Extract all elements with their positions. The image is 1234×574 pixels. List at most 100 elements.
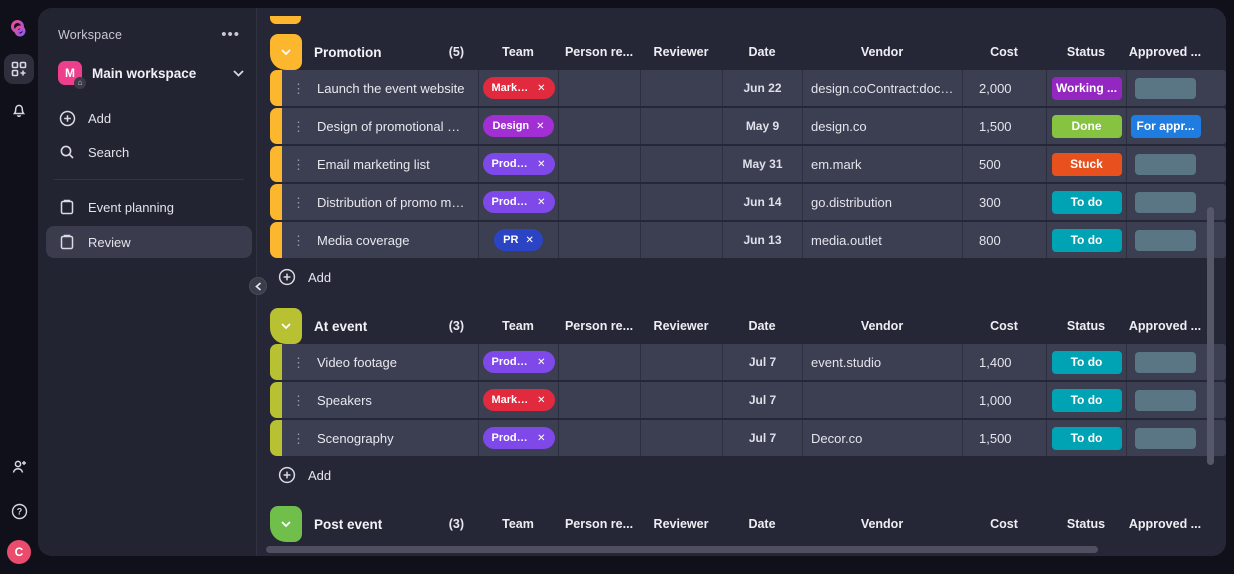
cost-cell[interactable]: 800 <box>962 222 1046 258</box>
status-cell[interactable]: Done <box>1046 108 1126 144</box>
reviewer-cell[interactable] <box>640 108 722 144</box>
column-header-5[interactable]: Cost <box>962 45 1046 59</box>
column-header-4[interactable]: Vendor <box>802 517 962 531</box>
column-header-7[interactable]: Approved ... <box>1126 45 1204 59</box>
help-icon[interactable]: ? <box>4 496 34 526</box>
column-header-0[interactable]: Team <box>478 319 558 333</box>
date-cell[interactable]: Jun 14 <box>722 184 802 220</box>
cost-cell[interactable]: 1,400 <box>962 344 1046 380</box>
cost-cell[interactable]: 1,000 <box>962 382 1046 418</box>
invite-members-icon[interactable] <box>4 452 34 482</box>
date-cell[interactable]: Jun 22 <box>722 70 802 106</box>
status-cell[interactable]: To do <box>1046 184 1126 220</box>
column-header-1[interactable]: Person re... <box>558 45 640 59</box>
column-header-1[interactable]: Person re... <box>558 517 640 531</box>
approved-cell[interactable] <box>1126 184 1204 220</box>
team-cell[interactable]: Produc...✕ <box>478 184 558 220</box>
team-tag[interactable]: Produc...✕ <box>483 153 555 175</box>
add-item-button[interactable]: Add <box>278 260 458 294</box>
team-tag[interactable]: Produc...✕ <box>483 191 555 213</box>
reviewer-cell[interactable] <box>640 70 722 106</box>
reviewer-cell[interactable] <box>640 382 722 418</box>
status-badge[interactable]: Working ... <box>1052 77 1122 100</box>
column-header-6[interactable]: Status <box>1046 319 1126 333</box>
date-cell[interactable]: Jun 13 <box>722 222 802 258</box>
row-menu-dots-icon[interactable]: ⋮ <box>292 394 305 407</box>
column-header-1[interactable]: Person re... <box>558 319 640 333</box>
remove-tag-icon[interactable]: ✕ <box>537 357 545 368</box>
column-header-6[interactable]: Status <box>1046 45 1126 59</box>
remove-tag-icon[interactable]: ✕ <box>537 433 545 444</box>
cost-cell[interactable]: 300 <box>962 184 1046 220</box>
sidebar-collapse-button[interactable] <box>249 277 267 295</box>
row-menu-dots-icon[interactable]: ⋮ <box>292 432 305 445</box>
column-header-3[interactable]: Date <box>722 517 802 531</box>
reviewer-cell[interactable] <box>640 344 722 380</box>
plaky-logo-icon[interactable] <box>4 14 34 44</box>
status-badge[interactable]: To do <box>1052 389 1122 412</box>
person-cell[interactable] <box>558 420 640 456</box>
status-badge[interactable]: To do <box>1052 427 1122 450</box>
column-header-2[interactable]: Reviewer <box>640 319 722 333</box>
row-menu-dots-icon[interactable]: ⋮ <box>292 120 305 133</box>
column-header-3[interactable]: Date <box>722 45 802 59</box>
row-menu-dots-icon[interactable]: ⋮ <box>292 196 305 209</box>
item-name-cell[interactable]: ⋮Email marketing list <box>278 146 478 182</box>
cost-cell[interactable]: 1,500 <box>962 108 1046 144</box>
vendor-cell[interactable]: design.co <box>802 108 962 144</box>
team-tag[interactable]: Produc...✕ <box>483 427 555 449</box>
column-header-0[interactable]: Team <box>478 517 558 531</box>
item-name-cell[interactable]: ⋮Media coverage <box>278 222 478 258</box>
cost-cell[interactable]: 500 <box>962 146 1046 182</box>
workspace-selector[interactable]: M ⌂ Main workspace <box>58 61 244 85</box>
date-cell[interactable]: Jul 7 <box>722 344 802 380</box>
item-name-cell[interactable]: ⋮Scenography <box>278 420 478 456</box>
person-cell[interactable] <box>558 70 640 106</box>
remove-tag-icon[interactable]: ✕ <box>537 159 545 170</box>
status-cell[interactable]: To do <box>1046 344 1126 380</box>
team-tag[interactable]: Market...✕ <box>483 389 555 411</box>
team-tag[interactable]: Produc...✕ <box>483 351 555 373</box>
sidebar-board-item-1[interactable]: Review <box>46 226 252 258</box>
approved-cell[interactable] <box>1126 344 1204 380</box>
column-header-4[interactable]: Vendor <box>802 319 962 333</box>
vendor-cell[interactable]: design.coContract:docu... <box>802 70 962 106</box>
vertical-scrollbar-thumb[interactable] <box>1207 207 1214 465</box>
remove-tag-icon[interactable]: ✕ <box>525 235 533 246</box>
boards-apps-icon[interactable] <box>4 54 34 84</box>
approved-cell[interactable] <box>1126 222 1204 258</box>
status-cell[interactable]: Working ... <box>1046 70 1126 106</box>
status-badge[interactable]: To do <box>1052 229 1122 252</box>
sidebar-add-button[interactable]: Add <box>50 101 244 135</box>
column-header-2[interactable]: Reviewer <box>640 45 722 59</box>
approved-cell[interactable]: For appr... <box>1126 108 1204 144</box>
status-cell[interactable]: To do <box>1046 222 1126 258</box>
remove-tag-icon[interactable]: ✕ <box>536 121 544 132</box>
status-badge[interactable]: Stuck <box>1052 153 1122 176</box>
date-cell[interactable]: Jul 7 <box>722 382 802 418</box>
column-header-0[interactable]: Team <box>478 45 558 59</box>
status-cell[interactable]: To do <box>1046 420 1126 456</box>
row-menu-dots-icon[interactable]: ⋮ <box>292 82 305 95</box>
team-cell[interactable]: Produc...✕ <box>478 420 558 456</box>
status-badge[interactable]: Done <box>1052 115 1122 138</box>
user-avatar[interactable]: C <box>7 540 31 564</box>
team-cell[interactable]: PR✕ <box>478 222 558 258</box>
item-name-cell[interactable]: ⋮Video footage <box>278 344 478 380</box>
horizontal-scrollbar-thumb[interactable] <box>266 546 1098 553</box>
group-collapse-button[interactable] <box>270 308 302 344</box>
team-tag[interactable]: Market...✕ <box>483 77 555 99</box>
vendor-cell[interactable]: go.distribution <box>802 184 962 220</box>
add-item-button[interactable]: Add <box>278 458 458 492</box>
person-cell[interactable] <box>558 382 640 418</box>
column-header-6[interactable]: Status <box>1046 517 1126 531</box>
sidebar-search-button[interactable]: Search <box>50 135 244 169</box>
person-cell[interactable] <box>558 108 640 144</box>
row-menu-dots-icon[interactable]: ⋮ <box>292 158 305 171</box>
status-badge[interactable]: To do <box>1052 351 1122 374</box>
vendor-cell[interactable]: em.mark <box>802 146 962 182</box>
cost-cell[interactable]: 2,000 <box>962 70 1046 106</box>
reviewer-cell[interactable] <box>640 184 722 220</box>
date-cell[interactable]: May 9 <box>722 108 802 144</box>
item-name-cell[interactable]: ⋮Distribution of promo mate... <box>278 184 478 220</box>
